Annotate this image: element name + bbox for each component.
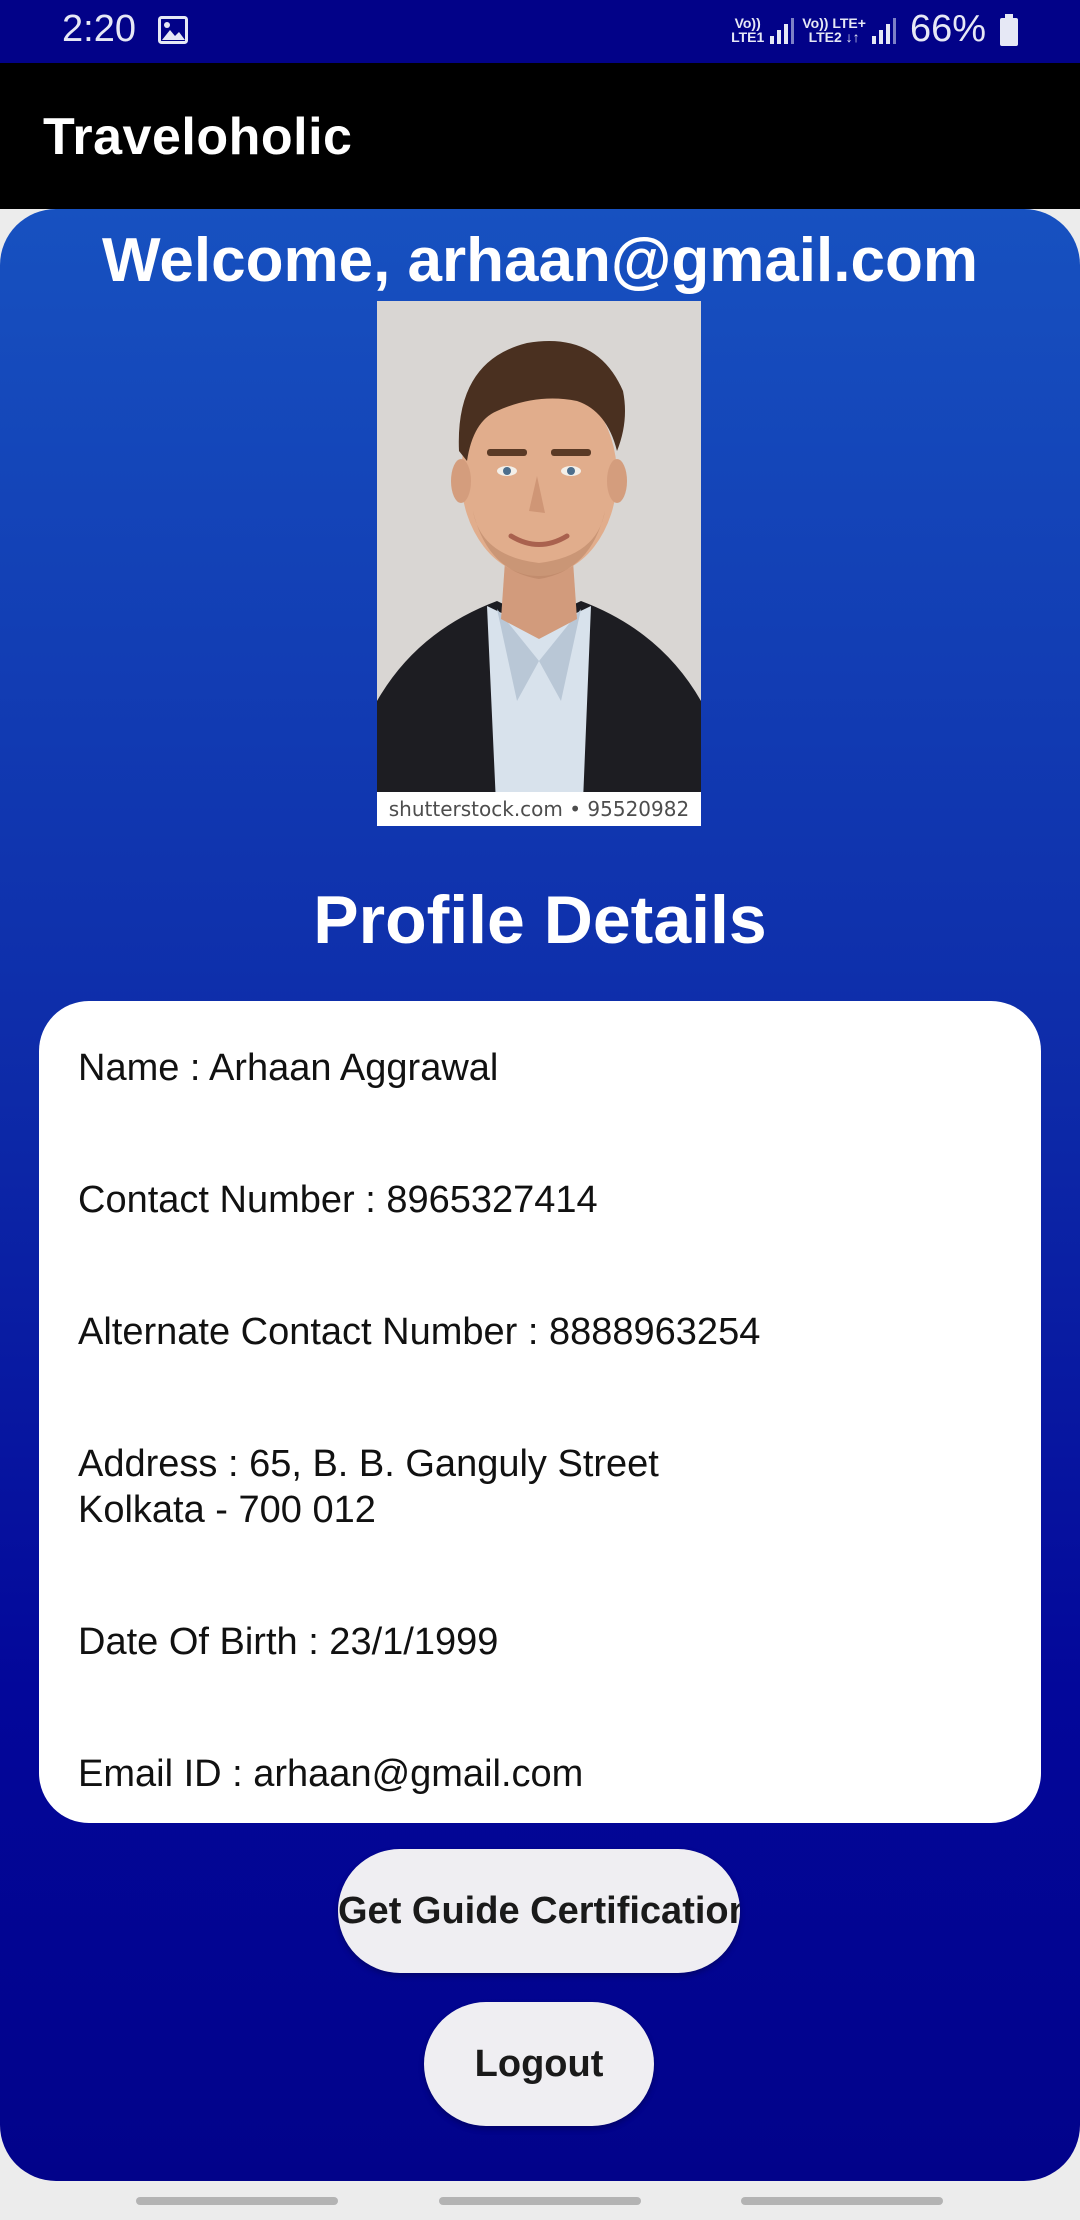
sim2-label: Vo)) LTE+ LTE2 ↓↑ xyxy=(802,16,866,44)
app-bar: Traveloholic xyxy=(0,63,1080,209)
status-bar: 2:20 Vo)) LTE1 Vo)) LTE+ LTE2 ↓↑ 66% xyxy=(0,0,1080,63)
detail-date-of-birth: Date Of Birth : 23/1/1999 xyxy=(78,1621,499,1663)
profile-details-title: Profile Details xyxy=(313,882,767,958)
battery-percent: 66% xyxy=(909,8,986,50)
sim2-label-bottom: LTE2 ↓↑ xyxy=(808,28,860,45)
sim2-indicator: Vo)) LTE+ LTE2 ↓↑ xyxy=(802,16,896,44)
get-guide-certification-button[interactable]: Get Guide Certification xyxy=(338,1849,740,1973)
navigation-bar xyxy=(0,2181,1080,2220)
detail-email: Email ID : arhaan@gmail.com xyxy=(78,1753,584,1795)
profile-photo: shutterstock.com • 95520982 xyxy=(377,301,701,826)
gallery-icon xyxy=(158,16,188,44)
detail-name: Name : Arhaan Aggrawal xyxy=(78,1047,499,1089)
nav-home-handle[interactable] xyxy=(439,2197,641,2205)
battery-icon xyxy=(1000,13,1018,46)
profile-details-card: Name : Arhaan Aggrawal Contact Number : … xyxy=(39,1001,1041,1823)
status-time: 2:20 xyxy=(62,8,136,50)
sim2-label-bottom-text: LTE2 xyxy=(808,28,842,45)
signal-icon xyxy=(871,17,896,44)
sim2-label-top: Vo)) LTE+ xyxy=(802,14,866,31)
sim1-label: Vo)) LTE1 xyxy=(731,16,764,44)
status-indicators: Vo)) LTE1 Vo)) LTE+ LTE2 ↓↑ 66% xyxy=(731,8,1018,51)
detail-address-line1: Address : 65, B. B. Ganguly Street xyxy=(78,1443,659,1485)
nav-back-handle[interactable] xyxy=(741,2197,943,2205)
detail-alternate-contact: Alternate Contact Number : 8888963254 xyxy=(78,1311,761,1353)
app-title: Traveloholic xyxy=(43,108,353,166)
sim1-label-top: Vo)) xyxy=(734,14,761,31)
nav-recents-handle[interactable] xyxy=(136,2197,338,2205)
photo-caption: shutterstock.com • 95520982 xyxy=(377,792,701,826)
signal-icon xyxy=(770,17,795,44)
logout-button[interactable]: Logout xyxy=(424,2002,654,2126)
detail-contact-number: Contact Number : 8965327414 xyxy=(78,1179,598,1221)
profile-screen: Welcome, arhaan@gmail.com shutterstock.c… xyxy=(0,209,1080,2181)
detail-address: Address : 65, B. B. Ganguly Street Kolka… xyxy=(78,1441,659,1533)
sim1-indicator: Vo)) LTE1 xyxy=(731,16,795,44)
detail-address-line2: Kolkata - 700 012 xyxy=(78,1489,376,1531)
welcome-heading: Welcome, arhaan@gmail.com xyxy=(102,226,978,295)
sim1-label-bottom: LTE1 xyxy=(731,28,765,45)
profile-photo-image xyxy=(377,301,701,826)
